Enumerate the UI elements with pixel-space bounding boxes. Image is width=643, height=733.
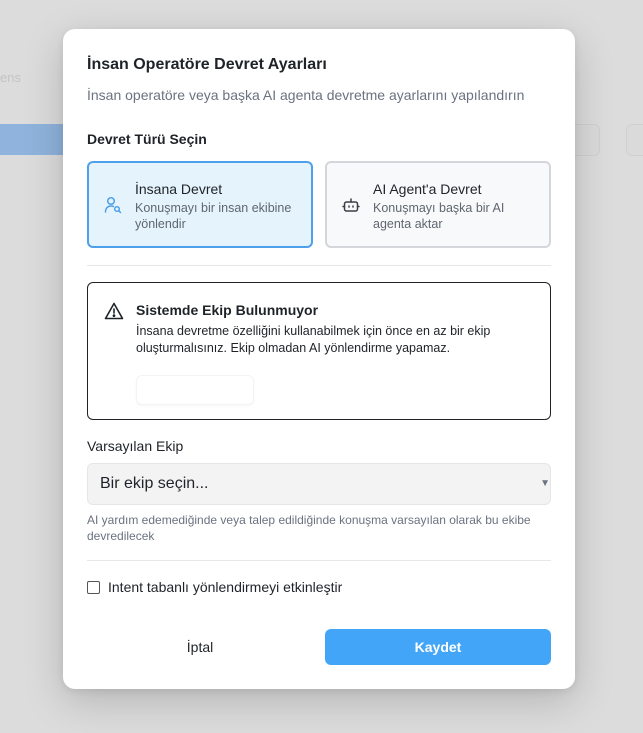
handoff-option-human[interactable]: İnsana Devret Konuşmayı bir insan ekibin… — [87, 161, 313, 248]
intent-routing-toggle[interactable]: Intent tabanlı yönlendirmeyi etkinleştir — [87, 578, 342, 596]
alert-body: İnsana devretme özelliğini kullanabilmek… — [136, 324, 491, 355]
modal-title: İnsan Operatöre Devret Ayarları — [87, 56, 327, 73]
handoff-type-label: Devret Türü Seçin — [87, 131, 207, 147]
warning-icon — [104, 301, 124, 321]
divider — [87, 265, 551, 266]
handoff-option-title: İnsana Devret — [135, 181, 223, 197]
intent-routing-label: Intent tabanlı yönlendirmeyi etkinleştir — [108, 579, 343, 595]
bot-icon — [342, 196, 360, 214]
default-team-label: Varsayılan Ekip — [87, 438, 184, 454]
handoff-option-ai-agent[interactable]: AI Agent'a Devret Konuşmayı başka bir AI… — [325, 161, 551, 248]
background-active-bar — [0, 124, 70, 155]
default-team-select[interactable]: Bir ekip seçin... ▼ — [87, 463, 551, 505]
cancel-button[interactable]: İptal — [87, 629, 313, 665]
alert-title: Sistemde Ekip Bulunmuyor — [136, 302, 319, 318]
background-button — [626, 124, 643, 156]
handoff-option-title: AI Agent'a Devret — [373, 181, 482, 197]
chevron-down-icon: ▼ — [540, 478, 550, 489]
save-button[interactable]: Kaydet — [325, 629, 551, 665]
no-team-alert: Sistemde Ekip Bulunmuyor İnsana devretme… — [87, 282, 551, 420]
handoff-option-description: Konuşmayı başka bir AI agenta aktar — [373, 201, 505, 231]
modal-subtitle: İnsan operatöre veya başka AI agenta dev… — [87, 87, 525, 103]
intent-routing-checkbox[interactable] — [87, 580, 100, 594]
select-placeholder: Bir ekip seçin... — [100, 475, 209, 492]
background-text: ens — [0, 70, 21, 85]
user-search-icon — [104, 196, 122, 214]
handoff-settings-modal: İnsan Operatöre Devret Ayarları İnsan op… — [63, 29, 575, 689]
handoff-option-description: Konuşmayı bir insan ekibine yönlendir — [135, 201, 292, 231]
default-team-helper: AI yardım edemediğinde veya talep edildi… — [87, 513, 531, 543]
create-team-button[interactable] — [136, 375, 254, 405]
divider — [87, 560, 551, 561]
